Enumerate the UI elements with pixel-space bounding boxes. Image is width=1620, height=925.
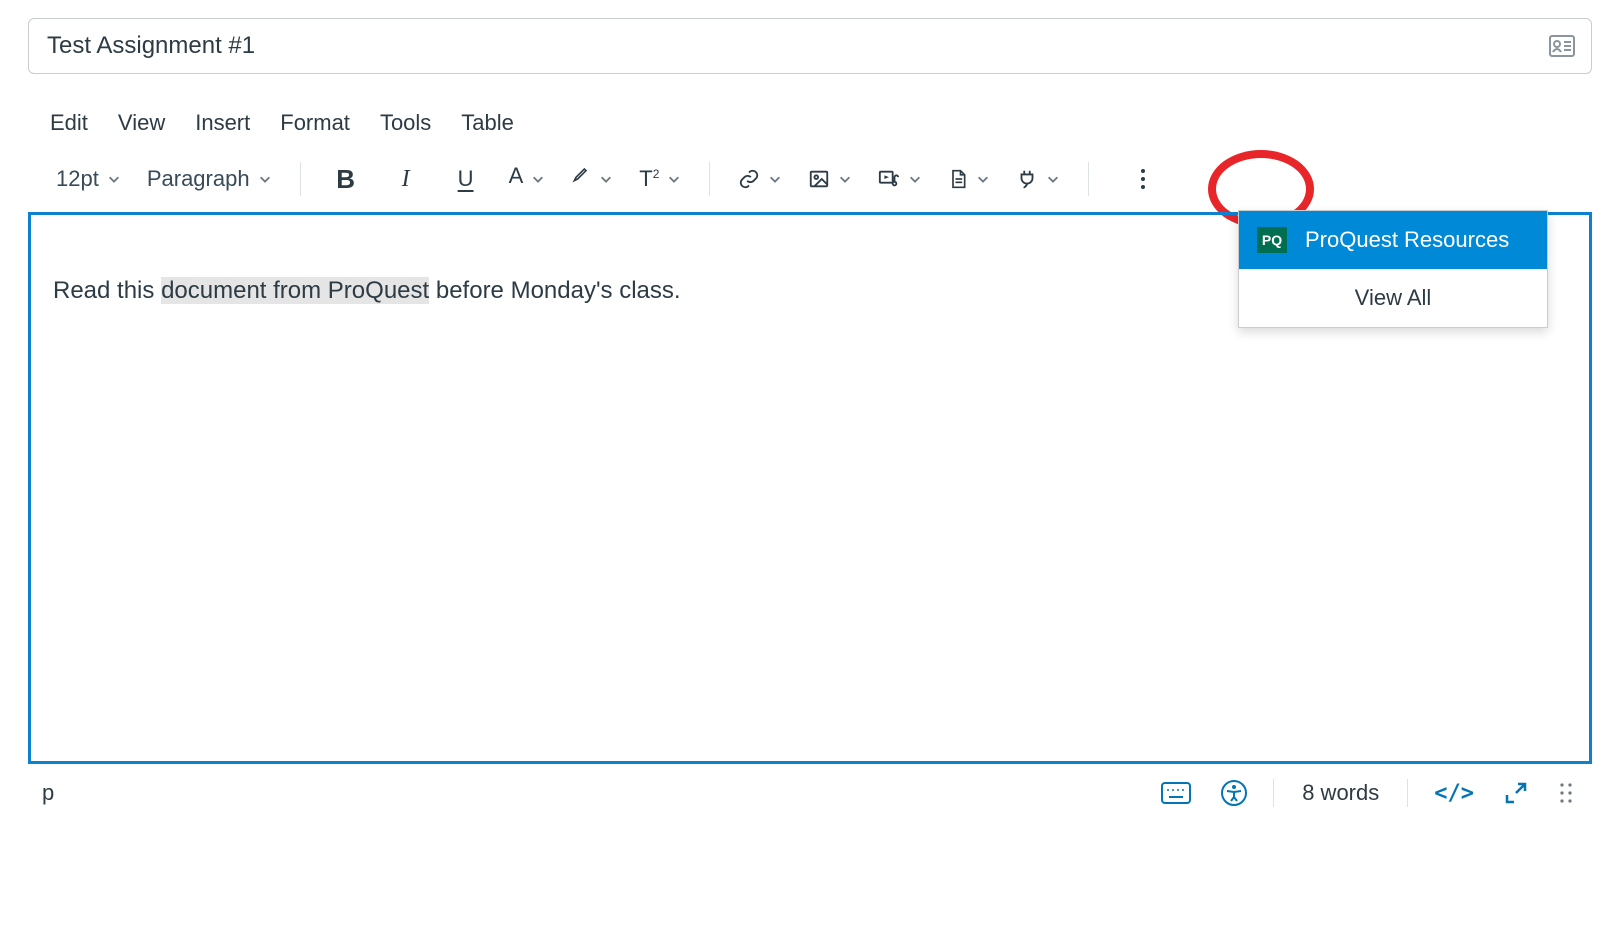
highlight-icon <box>571 164 591 194</box>
html-code-icon: </> <box>1434 781 1474 806</box>
link-button[interactable] <box>732 164 788 194</box>
html-view-button[interactable]: </> <box>1430 779 1478 808</box>
expand-icon <box>1504 781 1528 805</box>
drag-handle-icon <box>1558 781 1574 805</box>
underline-button[interactable]: U <box>443 164 489 194</box>
text-color-icon: A <box>509 165 524 193</box>
media-icon <box>878 168 900 190</box>
highlight-color-button[interactable] <box>565 160 619 198</box>
image-icon <box>808 168 830 190</box>
fullscreen-button[interactable] <box>1500 779 1532 807</box>
menu-format[interactable]: Format <box>280 110 350 136</box>
chevron-down-icon <box>908 172 922 186</box>
superscript-icon: T2 <box>639 168 659 190</box>
plug-icon <box>1016 168 1038 190</box>
menu-table[interactable]: Table <box>461 110 514 136</box>
dropdown-item-label: View All <box>1355 285 1432 311</box>
apps-plugin-button[interactable] <box>1010 164 1066 194</box>
toolbar: 12pt Paragraph B I U <box>28 154 1592 208</box>
chevron-down-icon <box>107 172 121 186</box>
link-icon <box>738 168 760 190</box>
menu-tools[interactable]: Tools <box>380 110 431 136</box>
chevron-down-icon <box>258 172 272 186</box>
toolbar-separator <box>300 162 301 196</box>
apps-plugin-dropdown: PQ ProQuest Resources View All <box>1238 210 1548 328</box>
chevron-down-icon <box>599 172 613 186</box>
menu-view[interactable]: View <box>118 110 165 136</box>
dropdown-item-proquest[interactable]: PQ ProQuest Resources <box>1239 211 1547 269</box>
dropdown-item-label: ProQuest Resources <box>1305 227 1509 253</box>
underline-icon: U <box>458 168 474 190</box>
chevron-down-icon <box>768 172 782 186</box>
assignment-title-field <box>28 18 1592 74</box>
word-count[interactable]: 8 words <box>1296 780 1385 806</box>
title-options-button[interactable] <box>1549 35 1575 57</box>
text-color-button[interactable]: A <box>503 161 552 197</box>
block-format-label: Paragraph <box>147 168 250 190</box>
resize-handle[interactable] <box>1554 779 1578 807</box>
document-icon <box>948 168 968 190</box>
italic-icon: I <box>402 167 410 191</box>
bold-button[interactable]: B <box>323 162 369 196</box>
chevron-down-icon <box>838 172 852 186</box>
menu-insert[interactable]: Insert <box>195 110 250 136</box>
bold-icon: B <box>336 166 355 192</box>
font-size-label: 12pt <box>56 168 99 190</box>
superscript-button[interactable]: T2 <box>633 164 687 194</box>
element-path[interactable]: p <box>42 780 1157 806</box>
toolbar-separator <box>1088 162 1089 196</box>
chevron-down-icon <box>667 172 681 186</box>
dropdown-item-view-all[interactable]: View All <box>1239 269 1547 327</box>
body-text-after: before Monday's class. <box>429 277 680 304</box>
accessibility-icon <box>1221 780 1247 806</box>
menu-bar: Edit View Insert Format Tools Table <box>28 110 1592 154</box>
menu-edit[interactable]: Edit <box>50 110 88 136</box>
body-text-selected: document from ProQuest <box>161 277 429 304</box>
chevron-down-icon <box>1046 172 1060 186</box>
id-card-icon <box>1549 35 1575 57</box>
keyboard-shortcuts-button[interactable] <box>1157 780 1195 806</box>
font-size-dropdown[interactable]: 12pt <box>50 164 127 194</box>
chevron-down-icon <box>531 172 545 186</box>
chevron-down-icon <box>976 172 990 186</box>
image-button[interactable] <box>802 164 858 194</box>
accessibility-checker-button[interactable] <box>1217 778 1251 808</box>
status-separator <box>1407 779 1408 807</box>
body-text-before: Read this <box>53 277 161 304</box>
toolbar-separator <box>709 162 710 196</box>
status-bar: p <box>28 764 1592 808</box>
keyboard-icon <box>1161 782 1191 804</box>
block-format-dropdown[interactable]: Paragraph <box>141 164 278 194</box>
more-options-button[interactable] <box>1133 163 1153 195</box>
document-button[interactable] <box>942 164 996 194</box>
assignment-title-input[interactable] <box>45 31 1549 61</box>
kebab-icon <box>1139 167 1147 191</box>
status-separator <box>1273 779 1274 807</box>
italic-button[interactable]: I <box>383 163 429 195</box>
media-button[interactable] <box>872 164 928 194</box>
proquest-badge-icon: PQ <box>1257 227 1287 253</box>
